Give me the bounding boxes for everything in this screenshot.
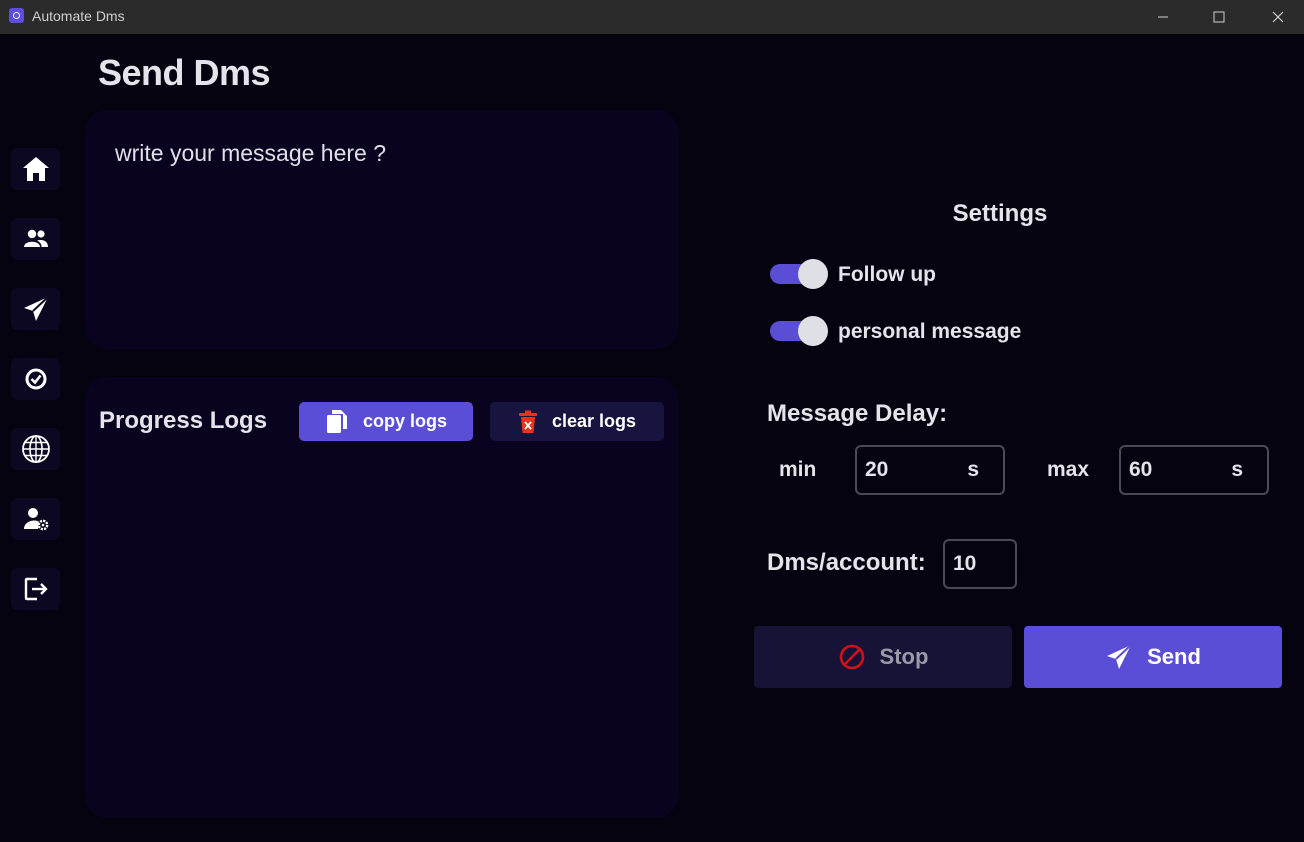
max-delay-value: 60 xyxy=(1129,458,1153,481)
dms-per-account-input[interactable]: 10 xyxy=(943,539,1017,589)
clear-logs-button[interactable]: clear logs xyxy=(490,402,664,441)
send-button[interactable]: Send xyxy=(1024,626,1282,688)
max-delay-input[interactable]: 60 s xyxy=(1119,445,1269,495)
dms-per-account-value: 10 xyxy=(953,552,977,575)
trash-icon xyxy=(518,410,537,433)
progress-logs-panel: Progress Logs copy logs clear logs xyxy=(85,377,678,818)
min-delay-label: min xyxy=(779,458,817,481)
personal-message-toggle[interactable] xyxy=(770,316,830,346)
close-icon xyxy=(1272,11,1284,23)
clear-logs-label: clear logs xyxy=(551,411,637,431)
sidebar-item-account-settings[interactable] xyxy=(11,498,60,540)
close-button[interactable] xyxy=(1249,0,1304,34)
send-icon xyxy=(1107,644,1132,669)
copy-logs-button[interactable]: copy logs xyxy=(299,402,473,441)
stop-label: Stop xyxy=(879,644,929,669)
minimize-icon xyxy=(1158,16,1168,18)
message-delay-title: Message Delay: xyxy=(767,400,948,427)
personal-message-label: personal message xyxy=(838,320,1022,343)
users-icon xyxy=(23,229,48,247)
progress-logs-title: Progress Logs xyxy=(99,407,268,434)
dms-per-account-label: Dms/account: xyxy=(767,549,926,576)
max-delay-label: max xyxy=(1047,458,1090,481)
globe-icon xyxy=(21,435,50,463)
send-icon xyxy=(23,296,49,321)
message-panel xyxy=(85,110,678,349)
send-label: Send xyxy=(1147,644,1201,669)
min-delay-unit: s xyxy=(967,458,979,481)
check-circle-icon xyxy=(25,368,46,390)
copy-logs-label: copy logs xyxy=(362,411,447,431)
copy-icon xyxy=(326,409,347,433)
title-bar: Automate Dms xyxy=(0,0,1304,34)
stop-icon xyxy=(839,644,864,670)
maximize-icon xyxy=(1213,11,1225,23)
sidebar-item-logout[interactable] xyxy=(11,568,60,610)
sidebar-item-send[interactable] xyxy=(11,288,60,330)
min-delay-value: 20 xyxy=(865,458,889,481)
max-delay-unit: s xyxy=(1231,458,1243,481)
message-input[interactable] xyxy=(113,138,647,322)
maximize-button[interactable] xyxy=(1190,0,1248,34)
min-delay-input[interactable]: 20 s xyxy=(855,445,1005,495)
settings-title: Settings xyxy=(952,200,1048,227)
minimize-button[interactable] xyxy=(1134,0,1192,34)
sidebar-item-home[interactable] xyxy=(11,148,60,190)
user-settings-icon xyxy=(23,508,48,531)
follow-up-toggle[interactable] xyxy=(770,259,830,289)
window-title: Automate Dms xyxy=(32,8,125,24)
stop-button[interactable]: Stop xyxy=(754,626,1012,688)
home-icon xyxy=(22,157,49,181)
logout-icon xyxy=(24,577,48,601)
app-logo-icon xyxy=(9,8,24,23)
follow-up-label: Follow up xyxy=(838,263,936,286)
sidebar-item-completed[interactable] xyxy=(11,358,60,400)
sidebar-item-users[interactable] xyxy=(11,218,60,260)
sidebar-item-globe[interactable] xyxy=(11,428,60,470)
page-title: Send Dms xyxy=(98,52,271,93)
